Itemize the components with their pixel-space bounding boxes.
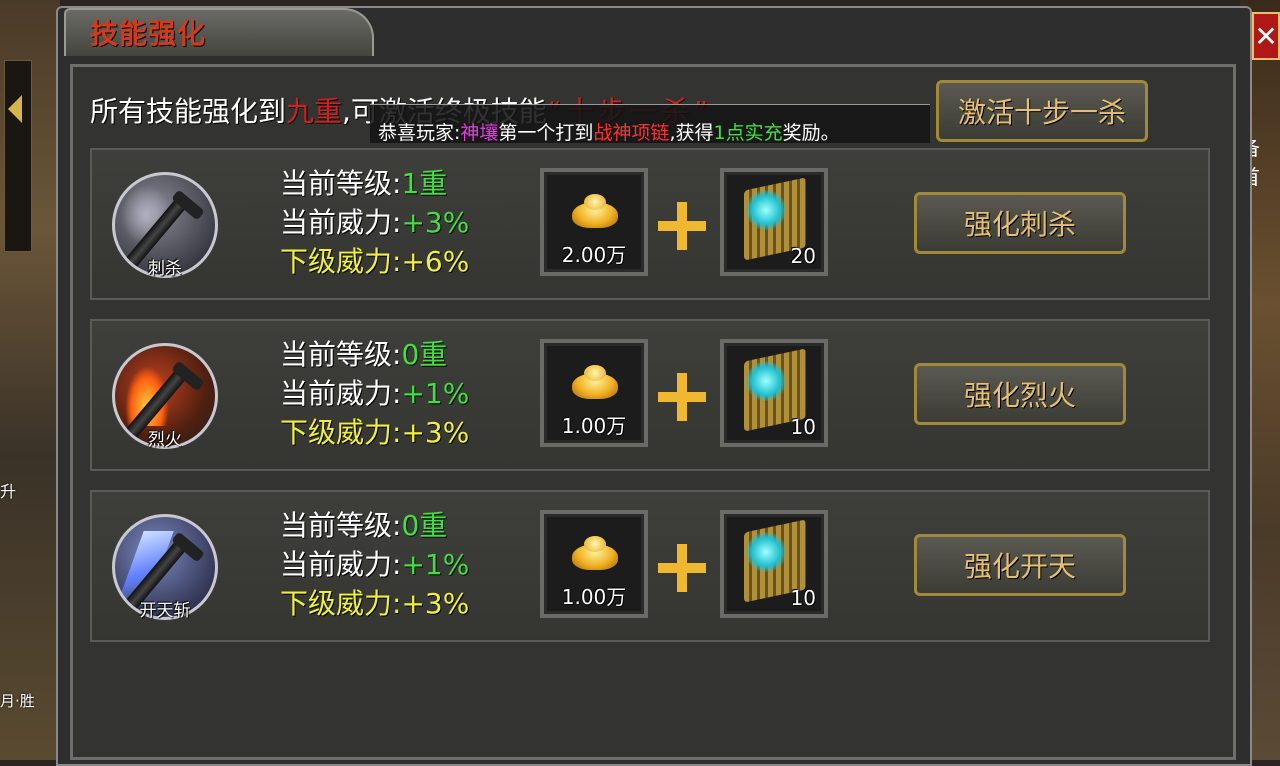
skill-name: 烈火 [148, 430, 182, 450]
scroll-cost: 10 [790, 415, 816, 439]
gold-ingot-icon [572, 536, 618, 570]
skill-stats: 当前等级:0重 当前威力:+1% 下级威力:+3% [280, 338, 470, 449]
scroll-cost-slot[interactable]: 10 [720, 510, 828, 618]
skill-stats: 当前等级:0重 当前威力:+1% 下级威力:+3% [280, 509, 470, 620]
close-button[interactable]: ✕ [1252, 12, 1280, 60]
scene-text: 月·胜 [0, 692, 35, 710]
current-level-value: 0重 [401, 509, 448, 542]
gold-ingot-icon [572, 365, 618, 399]
gold-cost-slot[interactable]: 1.00万 [540, 510, 648, 618]
game-scene-left: 升 月·胜 [0, 0, 60, 760]
enhance-assassinate-button[interactable]: 强化刺杀 [914, 192, 1126, 254]
scroll-cost-slot[interactable]: 10 [720, 339, 828, 447]
close-icon: ✕ [1254, 19, 1278, 53]
gold-ingot-icon [572, 194, 618, 228]
skill-row: 烈火 当前等级:0重 当前威力:+1% 下级威力:+3% 1.00万 10 强化… [90, 319, 1210, 471]
plus-icon [658, 202, 706, 250]
gold-cost: 1.00万 [561, 414, 627, 438]
gold-cost-slot[interactable]: 1.00万 [540, 339, 648, 447]
gold-cost-slot[interactable]: 2.00万 [540, 168, 648, 276]
skill-name: 刺杀 [148, 259, 182, 279]
gold-cost: 1.00万 [561, 585, 627, 609]
plus-icon [658, 544, 706, 592]
scroll-cost: 20 [790, 244, 816, 268]
enhance-blazing-fire-button[interactable]: 强化烈火 [914, 363, 1126, 425]
current-power-value: +3% [401, 206, 470, 239]
plus-icon [658, 373, 706, 421]
scroll-cost-slot[interactable]: 20 [720, 168, 828, 276]
current-power-value: +1% [401, 377, 470, 410]
skill-row: 刺杀 当前等级:1重 当前威力:+3% 下级威力:+6% 2.00万 20 强化… [90, 148, 1210, 300]
side-panel-strip [4, 60, 32, 252]
announcement-text: 恭喜玩家:神壤第一个打到战神项链,获得1点实充奖励。 [378, 122, 840, 144]
next-power-value: +3% [401, 587, 470, 620]
next-power-value: +3% [401, 416, 470, 449]
current-level-value: 0重 [401, 338, 448, 371]
gold-cost: 2.00万 [561, 243, 627, 267]
current-power-value: +1% [401, 548, 470, 581]
next-power-value: +6% [401, 245, 470, 278]
skill-name: 开天斩 [139, 601, 191, 621]
scroll-cost: 10 [790, 586, 816, 610]
skill-row: 开天斩 当前等级:0重 当前威力:+1% 下级威力:+3% 1.00万 10 强… [90, 490, 1210, 642]
scene-text: 升 [0, 482, 17, 501]
current-level-value: 1重 [401, 167, 448, 200]
collapse-arrow-icon[interactable] [8, 95, 22, 123]
skill-stats: 当前等级:1重 当前威力:+3% 下级威力:+6% [280, 167, 470, 278]
activate-ultimate-button[interactable]: 激活十步一杀 [936, 80, 1148, 142]
enhance-sky-slash-button[interactable]: 强化开天 [914, 534, 1126, 596]
window-title: 技能强化 [90, 17, 207, 50]
